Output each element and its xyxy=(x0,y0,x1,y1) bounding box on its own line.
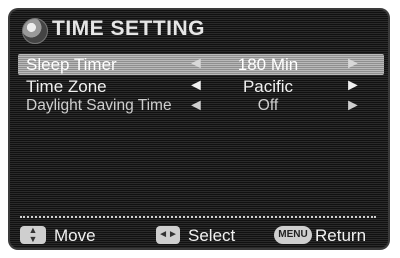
menu-title: TIME SETTING xyxy=(52,17,205,40)
return-label: Return xyxy=(315,226,367,245)
menu-row-time-zone[interactable]: Time Zone ◄ Pacific ► xyxy=(18,76,384,97)
row-value: Pacific xyxy=(242,77,294,96)
row-value: 180 Min xyxy=(237,55,299,74)
row-label: Time Zone xyxy=(26,77,107,96)
right-arrow-icon[interactable]: ► xyxy=(345,77,361,95)
row-value: Off xyxy=(257,97,279,114)
footer-divider xyxy=(20,216,376,219)
menu-row-daylight-saving[interactable]: Daylight Saving Time ◄ Off ► xyxy=(18,96,384,117)
left-arrow-icon[interactable]: ◄ xyxy=(188,97,204,115)
menu-header: TIME SETTING xyxy=(8,8,390,48)
row-label: Daylight Saving Time xyxy=(26,97,172,114)
row-label: Sleep Timer xyxy=(26,55,117,74)
tv-osd-panel: TIME SETTING Sleep Timer ◄ 180 Min ► Tim… xyxy=(8,8,390,250)
right-arrow-icon[interactable]: ► xyxy=(345,55,361,73)
left-arrow-icon[interactable]: ◄ xyxy=(188,55,204,73)
left-arrow-icon[interactable]: ◄ xyxy=(188,77,204,95)
menu-footer: ▲ ▼ Move ◄► Select MENU Return xyxy=(8,222,390,250)
globe-icon xyxy=(22,18,48,44)
menu-button-icon: MENU xyxy=(274,226,312,244)
select-leftright-icon: ◄► xyxy=(156,226,180,244)
move-updown-icon: ▲ ▼ xyxy=(20,226,46,244)
menu-row-sleep-timer[interactable]: Sleep Timer ◄ 180 Min ► xyxy=(18,54,384,75)
move-label: Move xyxy=(54,226,96,245)
select-label: Select xyxy=(188,226,236,245)
right-arrow-icon[interactable]: ► xyxy=(345,97,361,115)
